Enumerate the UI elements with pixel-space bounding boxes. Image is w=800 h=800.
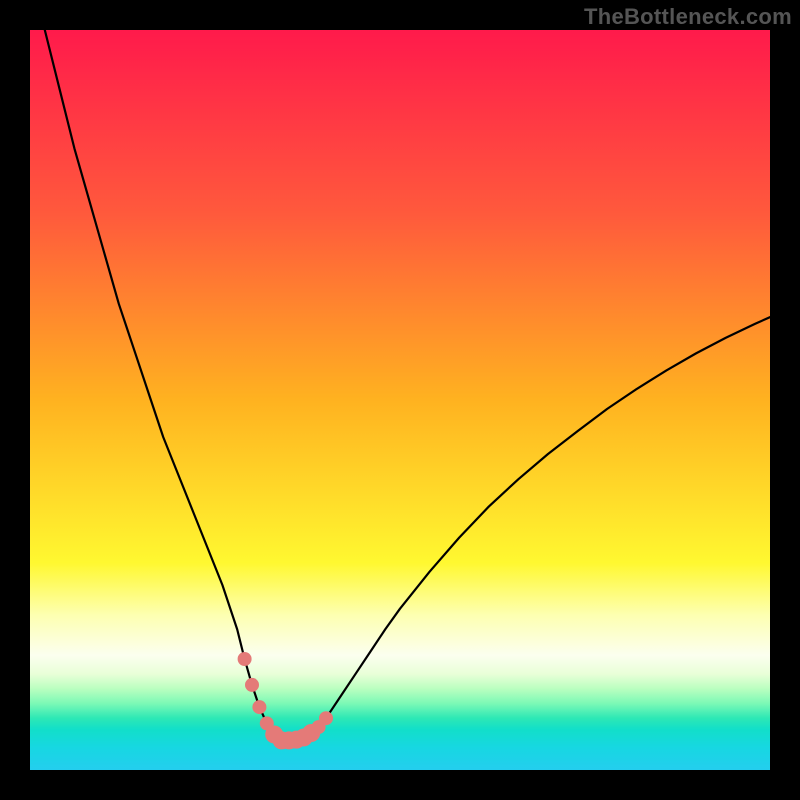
chart-stage: TheBottleneck.com bbox=[0, 0, 800, 800]
marker-point bbox=[245, 678, 259, 692]
attribution-label: TheBottleneck.com bbox=[584, 4, 792, 30]
highlight-markers bbox=[238, 652, 333, 749]
bottleneck-curve bbox=[45, 30, 770, 740]
marker-point bbox=[319, 711, 333, 725]
marker-point bbox=[238, 652, 252, 666]
plot-area bbox=[30, 30, 770, 770]
marker-point bbox=[252, 700, 266, 714]
curve-svg bbox=[30, 30, 770, 770]
